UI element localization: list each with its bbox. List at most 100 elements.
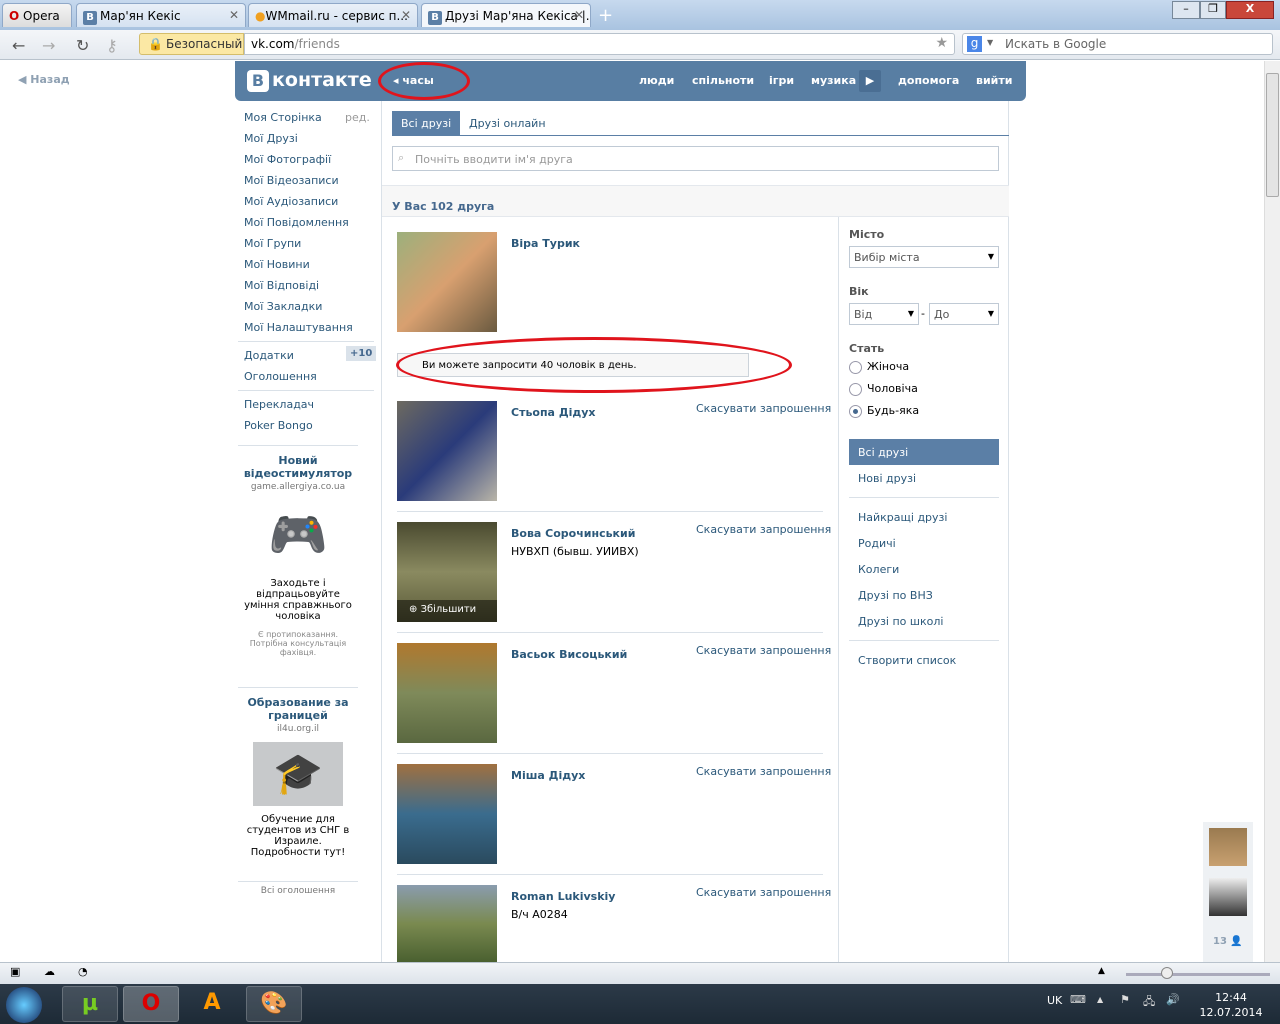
- friend-name[interactable]: Міша Дідух: [511, 769, 585, 782]
- close-tab-icon[interactable]: ✕: [401, 8, 411, 22]
- network-icon[interactable]: 🖧: [1143, 993, 1155, 1012]
- paint-taskbar-icon[interactable]: 🎨: [246, 986, 302, 1022]
- menu-videos[interactable]: Мої Відеозаписи: [244, 174, 339, 187]
- friend-photo[interactable]: [397, 764, 497, 864]
- menu-messages[interactable]: Мої Повідомлення: [244, 216, 349, 229]
- search-bar[interactable]: g ▼ Искать в Google: [962, 33, 1273, 55]
- all-ads-link[interactable]: Всі оголошення: [240, 886, 356, 896]
- friend-photo[interactable]: [397, 232, 497, 332]
- action-center-flag-icon[interactable]: ⚑: [1120, 993, 1130, 1006]
- cancel-request-link[interactable]: Скасувати запрошення: [696, 644, 831, 657]
- vertical-scrollbar[interactable]: [1264, 61, 1280, 962]
- list-relatives[interactable]: Родичі: [858, 537, 896, 550]
- up-arrow-icon[interactable]: ▲: [1098, 966, 1105, 976]
- online-friend-avatar[interactable]: [1209, 878, 1247, 916]
- close-window-button[interactable]: X: [1226, 1, 1274, 19]
- nav-logout[interactable]: вийти: [976, 74, 1012, 87]
- create-list-link[interactable]: Створити список: [858, 654, 956, 667]
- dropdown-icon[interactable]: ▼: [987, 38, 993, 47]
- bookmark-star-icon[interactable]: ★: [935, 35, 948, 51]
- tab-online-friends[interactable]: Друзі онлайн: [469, 117, 546, 130]
- restore-button[interactable]: ❐: [1200, 1, 1226, 19]
- online-friend-avatar[interactable]: [1209, 828, 1247, 866]
- menu-my-page[interactable]: Моя Сторінка: [244, 111, 322, 124]
- address-bar[interactable]: vk.com/friends ★: [244, 33, 955, 55]
- opera-taskbar-icon[interactable]: O: [123, 986, 179, 1022]
- list-university-friends[interactable]: Друзі по ВНЗ: [858, 589, 933, 602]
- back-link[interactable]: ◀ Назад: [18, 73, 70, 86]
- tray-expand-icon[interactable]: ▲: [1097, 995, 1103, 1004]
- age-from-select[interactable]: Від: [849, 303, 919, 325]
- forward-arrow-icon[interactable]: →: [42, 36, 55, 55]
- friend-photo[interactable]: [397, 643, 497, 743]
- menu-poker-bongo[interactable]: Poker Bongo: [244, 419, 313, 432]
- tab-profile[interactable]: B Мар'ян Кекіс ✕: [76, 3, 246, 27]
- cancel-request-link[interactable]: Скасувати запрошення: [696, 765, 831, 778]
- clock[interactable]: 12:44 12.07.2014: [1196, 990, 1266, 1020]
- volume-icon[interactable]: 🔊: [1166, 993, 1180, 1006]
- menu-photos[interactable]: Мої Фотографії: [244, 153, 331, 166]
- security-badge[interactable]: 🔒 Безопасный: [139, 33, 244, 55]
- ad-block[interactable]: Новий відеостимулятор game.allergiya.co.…: [240, 454, 356, 657]
- list-school-friends[interactable]: Друзі по школі: [858, 615, 943, 628]
- sex-male-radio[interactable]: Чоловіча: [849, 382, 918, 396]
- menu-answers[interactable]: Мої Відповіді: [244, 279, 319, 292]
- friend-name[interactable]: Roman Lukivskiy: [511, 890, 615, 903]
- turbo-icon[interactable]: ☁: [44, 965, 55, 978]
- language-indicator[interactable]: UK: [1047, 994, 1062, 1007]
- reload-icon[interactable]: ↻: [76, 36, 89, 55]
- close-tab-icon[interactable]: ✕: [574, 8, 584, 22]
- list-best-friends[interactable]: Найкращі друзі: [858, 511, 947, 524]
- menu-groups[interactable]: Мої Групи: [244, 237, 301, 250]
- scrollbar-thumb[interactable]: [1266, 73, 1279, 197]
- nav-people[interactable]: люди: [639, 74, 674, 87]
- start-button[interactable]: [6, 987, 42, 1023]
- vk-logo[interactable]: Вконтакте: [247, 69, 372, 92]
- friend-search-input[interactable]: ⌕ Почніть вводити ім'я друга: [392, 146, 999, 171]
- list-all-friends[interactable]: Всі друзі: [849, 439, 999, 465]
- utorrent-taskbar-icon[interactable]: µ: [62, 986, 118, 1022]
- ad-block[interactable]: Образование за границей il4u.org.il 🎓 Об…: [240, 696, 356, 858]
- menu-apps[interactable]: Додатки: [244, 349, 294, 362]
- nav-help[interactable]: допомога: [898, 74, 959, 87]
- menu-ads[interactable]: Оголошення: [244, 370, 317, 383]
- friend-name[interactable]: Вова Сорочинський: [511, 527, 635, 540]
- menu-translator[interactable]: Перекладач: [244, 398, 314, 411]
- menu-friends[interactable]: Мої Друзі: [244, 132, 298, 145]
- sex-any-radio[interactable]: Будь-яка: [849, 404, 919, 418]
- friend-name[interactable]: Віра Турик: [511, 237, 580, 250]
- cancel-request-link[interactable]: Скасувати запрошення: [696, 523, 831, 536]
- panel-toggle-icon[interactable]: ▣: [10, 965, 20, 978]
- tab-friends[interactable]: B Друзі Мар'яна Кекіса |... ✕: [421, 3, 591, 27]
- city-select[interactable]: Вибір міста: [849, 246, 999, 268]
- edit-link[interactable]: ред.: [345, 111, 370, 124]
- nav-music[interactable]: музика: [811, 74, 856, 87]
- menu-news[interactable]: Мої Новини: [244, 258, 310, 271]
- close-tab-icon[interactable]: ✕: [229, 8, 239, 22]
- menu-audio[interactable]: Мої Аудіозаписи: [244, 195, 338, 208]
- speed-dial-icon[interactable]: ◔: [78, 965, 88, 978]
- list-colleagues[interactable]: Колеги: [858, 563, 899, 576]
- aimp-taskbar-icon[interactable]: A: [184, 986, 240, 1022]
- friend-name[interactable]: Стьопа Дідух: [511, 406, 596, 419]
- zoom-slider-handle[interactable]: [1161, 967, 1173, 979]
- online-count[interactable]: 13 👤: [1213, 936, 1243, 947]
- menu-settings[interactable]: Мої Налаштування: [244, 321, 353, 334]
- back-arrow-icon[interactable]: ←: [12, 36, 25, 55]
- key-icon[interactable]: ⚷: [106, 36, 118, 55]
- cancel-request-link[interactable]: Скасувати запрошення: [696, 886, 831, 899]
- tab-wmmail[interactable]: ●WMmail.ru - сервис п... ✕: [248, 3, 418, 27]
- nav-games[interactable]: ігри: [769, 74, 794, 87]
- tab-all-friends[interactable]: Всі друзі: [392, 111, 461, 135]
- age-to-select[interactable]: До: [929, 303, 999, 325]
- music-play-icon[interactable]: ▶: [859, 70, 881, 92]
- keyboard-icon[interactable]: ⌨: [1070, 993, 1086, 1006]
- new-tab-button[interactable]: +: [598, 5, 613, 26]
- friend-photo[interactable]: [397, 885, 497, 962]
- opera-menu-button[interactable]: O Opera: [2, 3, 72, 27]
- cancel-request-link[interactable]: Скасувати запрошення: [696, 402, 831, 415]
- zoom-slider[interactable]: [1126, 973, 1270, 976]
- nav-communities[interactable]: спільноти: [692, 74, 754, 87]
- sex-female-radio[interactable]: Жіноча: [849, 360, 909, 374]
- friend-photo[interactable]: [397, 401, 497, 501]
